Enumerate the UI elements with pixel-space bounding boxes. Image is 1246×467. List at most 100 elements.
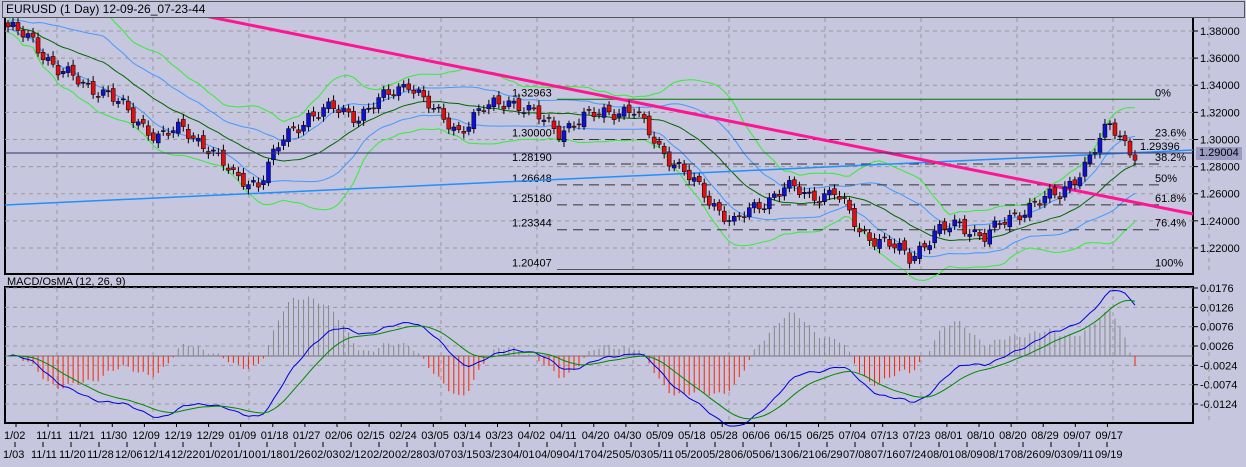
- bull-candle: [401, 84, 406, 88]
- date-label-bottom: 04/17: [563, 449, 591, 461]
- date-label-top: 04/20: [582, 430, 610, 442]
- bull-candle: [581, 111, 587, 128]
- macd-tick-label: -0.0074: [1200, 380, 1237, 392]
- trendline-price-label: 1.29396: [1140, 141, 1180, 153]
- bear-candle: [701, 182, 707, 198]
- date-label-top: 11/30: [100, 430, 127, 442]
- bear-candle: [501, 106, 507, 110]
- date-label-bottom: 09/03: [1039, 449, 1067, 461]
- date-label-bottom: 07/24: [899, 449, 927, 461]
- date-label-top: 02/06: [325, 430, 353, 442]
- bear-candle: [812, 190, 817, 201]
- bear-candle: [75, 76, 81, 85]
- bull-candle: [381, 89, 386, 98]
- bear-candle: [626, 104, 632, 113]
- bull-candle: [115, 101, 121, 104]
- bear-candle: [862, 229, 867, 232]
- date-label-top: 03/05: [421, 430, 449, 442]
- bear-candle: [531, 107, 537, 110]
- date-label-bottom: 05/03: [619, 449, 647, 461]
- bear-candle: [125, 100, 131, 111]
- bull-candle: [196, 137, 201, 142]
- bull-candle: [341, 107, 346, 113]
- bear-candle: [817, 201, 822, 204]
- date-label-bottom: 05/11: [647, 449, 674, 461]
- bull-candle: [727, 220, 732, 222]
- bear-candle: [997, 223, 1003, 225]
- date-label-top: 05/09: [646, 430, 674, 442]
- bear-candle: [651, 136, 657, 144]
- bull-candle: [1007, 215, 1013, 228]
- date-label-bottom: 08/09: [955, 449, 983, 461]
- bear-candle: [40, 52, 46, 60]
- fib-percent-label: 50%: [1155, 173, 1177, 185]
- price-tick-label: 1.38000: [1200, 26, 1240, 38]
- bear-candle: [882, 236, 887, 239]
- bear-candle: [1122, 135, 1128, 142]
- date-label-top: 01/09: [229, 430, 257, 442]
- bear-candle: [426, 95, 431, 109]
- bear-candle: [456, 125, 462, 130]
- date-label-top: 04/30: [614, 430, 642, 442]
- bear-candle: [241, 173, 246, 187]
- date-label-bottom: 08/17: [983, 449, 1011, 461]
- bear-candle: [130, 107, 136, 123]
- price-panel-frame: [4, 16, 1194, 275]
- date-label-top: 08/10: [967, 430, 995, 442]
- bear-candle: [792, 179, 797, 187]
- bear-candle: [221, 149, 226, 166]
- bull-candle: [747, 207, 752, 218]
- bear-candle: [50, 56, 56, 65]
- bear-candle: [852, 208, 857, 227]
- bull-candle: [25, 33, 31, 38]
- bear-candle: [5, 22, 11, 28]
- bear-candle: [962, 218, 967, 235]
- bear-candle: [977, 232, 982, 237]
- bull-candle: [105, 90, 111, 93]
- chart-canvas[interactable]: 1.38000 1.36000 1.34000 1.32000 1.30000 1.280…: [0, 0, 1246, 467]
- bear-candle: [166, 132, 171, 136]
- price-tick-label: 1.22000: [1200, 243, 1240, 255]
- date-label-bottom: 12/22: [171, 449, 199, 461]
- bear-candle: [55, 65, 61, 76]
- date-label-top: 1/02: [4, 430, 25, 442]
- bull-candle: [676, 162, 682, 164]
- bear-candle: [1037, 203, 1043, 206]
- bull-candle: [967, 234, 972, 237]
- bull-candle: [471, 112, 477, 130]
- bull-candle: [276, 147, 281, 152]
- macd-tick-label: 0.0076: [1200, 322, 1234, 334]
- bear-candle: [35, 37, 41, 54]
- bear-candle: [496, 95, 502, 105]
- bull-candle: [1042, 196, 1048, 204]
- bull-candle: [1087, 154, 1093, 164]
- bear-candle: [837, 196, 842, 200]
- bear-candle: [1012, 212, 1018, 215]
- fib-price-label: 1.25180: [512, 193, 552, 205]
- bear-candle: [481, 110, 487, 112]
- date-label-top: 05/18: [678, 430, 706, 442]
- bull-candle: [631, 113, 637, 116]
- price-tick-label: 1.36000: [1200, 53, 1240, 65]
- bull-candle: [85, 82, 91, 85]
- date-label-bottom: 06/29: [815, 449, 843, 461]
- bear-candle: [777, 194, 782, 197]
- bear-candle: [226, 167, 231, 171]
- date-label-top: 06/15: [774, 430, 802, 442]
- bull-candle: [1047, 188, 1053, 199]
- bull-candle: [732, 216, 737, 222]
- bull-candle: [326, 101, 331, 110]
- bear-candle: [386, 89, 391, 95]
- bear-candle: [892, 243, 897, 249]
- bull-candle: [80, 81, 86, 84]
- macd-tick-label: 0.0176: [1200, 283, 1234, 295]
- macd-tick-label: -0.0124: [1200, 399, 1237, 411]
- date-label-top: 07/04: [839, 430, 867, 442]
- bear-candle: [656, 140, 662, 145]
- bear-candle: [887, 239, 892, 247]
- bull-candle: [987, 229, 992, 245]
- date-label-top: 06/25: [807, 430, 835, 442]
- date-label-bottom: 08/01: [927, 449, 955, 461]
- bear-candle: [1072, 179, 1078, 185]
- bear-candle: [145, 125, 151, 136]
